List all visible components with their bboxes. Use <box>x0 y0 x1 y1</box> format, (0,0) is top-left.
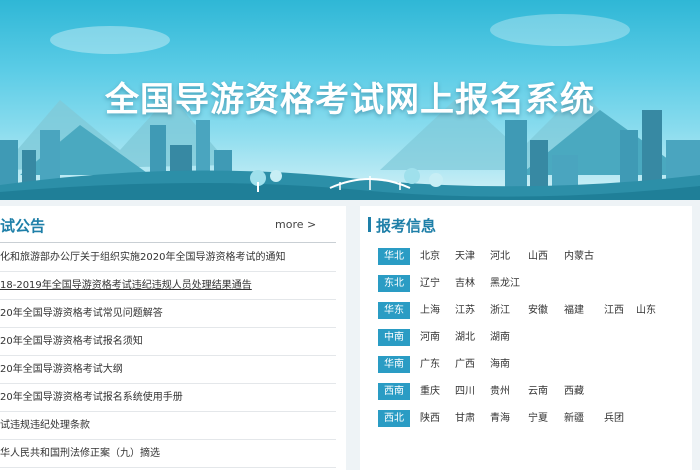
list-item[interactable]: 试违规违纪处理条款 <box>0 412 336 440</box>
announcements-header: 试公告 more > <box>0 206 346 242</box>
list-item[interactable]: 20年全国导游资格考试大纲 <box>0 356 336 384</box>
region-tag: 华北 <box>378 248 410 265</box>
list-item[interactable]: 18-2019年全国导游资格考试违纪违规人员处理结果通告 <box>0 272 336 300</box>
province-link[interactable]: 甘肃 <box>455 410 475 427</box>
region-tag: 华南 <box>378 356 410 373</box>
province-link[interactable]: 山西 <box>528 248 548 265</box>
announcement-link[interactable]: 18-2019年全国导游资格考试违纪违规人员处理结果通告 <box>0 280 252 291</box>
registration-info-title: 报考信息 <box>368 215 436 236</box>
province-link[interactable]: 江西 <box>604 302 624 319</box>
header-banner: 全国导游资格考试网上报名系统 <box>0 0 700 200</box>
province-link[interactable]: 湖南 <box>490 329 510 346</box>
list-item[interactable]: 20年全国导游资格考试常见问题解答 <box>0 300 336 328</box>
province-link[interactable]: 海南 <box>490 356 510 373</box>
site-title: 全国导游资格考试网上报名系统 <box>105 80 595 120</box>
province-link[interactable]: 广西 <box>455 356 475 373</box>
province-link[interactable]: 四川 <box>455 383 475 400</box>
list-item[interactable]: 20年全国导游资格考试报名须知 <box>0 328 336 356</box>
list-item[interactable]: 化和旅游部办公厅关于组织实施2020年全国导游资格考试的通知 <box>0 244 336 272</box>
divider <box>0 242 336 243</box>
announcement-link[interactable]: 20年全国导游资格考试大纲 <box>0 364 123 375</box>
province-link[interactable]: 辽宁 <box>420 275 440 292</box>
province-link[interactable]: 天津 <box>455 248 475 265</box>
list-item[interactable]: 20年全国导游资格考试报名系统使用手册 <box>0 384 336 412</box>
province-link[interactable]: 北京 <box>420 248 440 265</box>
province-link[interactable]: 新疆 <box>564 410 584 427</box>
more-link[interactable]: more > <box>275 218 316 231</box>
province-link[interactable]: 湖北 <box>455 329 475 346</box>
region-tag: 东北 <box>378 275 410 292</box>
province-link[interactable]: 上海 <box>420 302 440 319</box>
region-tag: 中南 <box>378 329 410 346</box>
announcement-link[interactable]: 试违规违纪处理条款 <box>0 420 90 431</box>
announcement-link[interactable]: 20年全国导游资格考试报名须知 <box>0 336 143 347</box>
announcements-title: 试公告 <box>0 217 46 235</box>
region-tag: 西北 <box>378 410 410 427</box>
province-link[interactable]: 江苏 <box>455 302 475 319</box>
announcement-link[interactable]: 化和旅游部办公厅关于组织实施2020年全国导游资格考试的通知 <box>0 252 285 263</box>
registration-info-title-text: 报考信息 <box>376 217 437 235</box>
announcement-link[interactable]: 20年全国导游资格考试报名系统使用手册 <box>0 392 183 403</box>
region-tag: 西南 <box>378 383 410 400</box>
province-link[interactable]: 山东 <box>636 302 656 319</box>
province-link[interactable]: 吉林 <box>455 275 475 292</box>
province-link[interactable]: 重庆 <box>420 383 440 400</box>
announcements-panel: 试公告 more > 化和旅游部办公厅关于组织实施2020年全国导游资格考试的通… <box>0 206 346 470</box>
announcement-link[interactable]: 20年全国导游资格考试常见问题解答 <box>0 308 163 319</box>
province-link[interactable]: 黑龙江 <box>490 275 520 292</box>
province-link[interactable]: 宁夏 <box>528 410 548 427</box>
province-link[interactable]: 河南 <box>420 329 440 346</box>
province-link[interactable]: 贵州 <box>490 383 510 400</box>
province-link[interactable]: 福建 <box>564 302 584 319</box>
province-link[interactable]: 广东 <box>420 356 440 373</box>
registration-info-panel: 报考信息 华北 北京 天津 河北 山西 内蒙古东北 辽宁 吉林 黑龙江华东 上海 江苏 浙江 安徽 福建 江… <box>360 206 692 470</box>
province-link[interactable]: 云南 <box>528 383 548 400</box>
province-link[interactable]: 安徽 <box>528 302 548 319</box>
province-link[interactable]: 陕西 <box>420 410 440 427</box>
province-link[interactable]: 西藏 <box>564 383 584 400</box>
province-link[interactable]: 兵团 <box>604 410 624 427</box>
announcement-link[interactable]: 华人民共和国刑法修正案（九）摘选 <box>0 448 160 459</box>
province-link[interactable]: 青海 <box>490 410 510 427</box>
list-item[interactable]: 华人民共和国刑法修正案（九）摘选 <box>0 440 336 468</box>
province-link[interactable]: 内蒙古 <box>564 248 594 265</box>
province-link[interactable]: 河北 <box>490 248 510 265</box>
province-link[interactable]: 浙江 <box>490 302 510 319</box>
announcement-list: 化和旅游部办公厅关于组织实施2020年全国导游资格考试的通知 18-2019年全… <box>0 244 336 468</box>
region-tag: 华东 <box>378 302 410 319</box>
